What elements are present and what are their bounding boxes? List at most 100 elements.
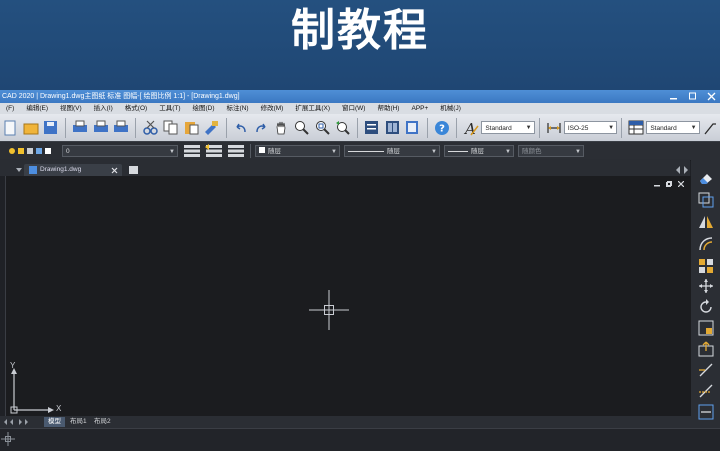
extend-button[interactable] <box>697 382 714 399</box>
trim-button[interactable] <box>697 361 714 378</box>
tab-drawing1[interactable]: Drawing1.dwg <box>24 164 122 176</box>
menu-help[interactable]: 帮助(H) <box>371 103 405 114</box>
menu-dimension[interactable]: 标注(N) <box>221 103 255 114</box>
new-button[interactable] <box>2 119 18 137</box>
redo-button[interactable] <box>253 119 269 137</box>
modify-toolbar <box>691 159 720 429</box>
copy-object-button[interactable] <box>697 191 714 208</box>
menu-file[interactable]: (F) <box>0 103 20 114</box>
zoom-window-button[interactable] <box>314 119 330 137</box>
table-style-button[interactable] <box>628 119 644 137</box>
chevron-down-icon: ▼ <box>575 149 581 155</box>
copy-button[interactable] <box>162 119 178 137</box>
tool-palette-button[interactable] <box>404 119 420 137</box>
menu-format[interactable]: 格式(O) <box>119 103 153 114</box>
open-button[interactable] <box>22 119 39 137</box>
break-button[interactable] <box>697 403 714 420</box>
menu-modify[interactable]: 修改(M) <box>255 103 290 114</box>
zoom-realtime-button[interactable] <box>294 119 310 137</box>
pan-button[interactable] <box>273 119 289 137</box>
menu-insert[interactable]: 插入(I) <box>88 103 119 114</box>
array-button[interactable] <box>697 257 714 274</box>
tab-menu-icon[interactable] <box>14 165 24 175</box>
tab-scroll-icon[interactable] <box>674 165 690 175</box>
menu-edit[interactable]: 编辑(E) <box>20 103 54 114</box>
match-properties-icon <box>205 121 219 135</box>
help-icon: ? <box>434 120 449 135</box>
zoom-previous-button[interactable] <box>334 119 350 137</box>
offset-icon <box>698 236 712 250</box>
toolbar-separator <box>65 117 67 138</box>
zoom-window-icon <box>315 121 330 135</box>
tab-layout2[interactable]: 布局2 <box>90 417 115 427</box>
save-button[interactable] <box>43 119 59 137</box>
tab-layout1[interactable]: 布局1 <box>66 417 91 427</box>
multileader-style-button[interactable] <box>702 119 718 137</box>
paste-icon <box>184 122 198 135</box>
close-tab-icon[interactable] <box>111 167 118 174</box>
tab-model[interactable]: 模型 <box>44 417 65 427</box>
minimize-icon[interactable] <box>669 90 678 103</box>
menu-extension-tools[interactable]: 扩展工具(X) <box>289 103 336 114</box>
mirror-button[interactable] <box>697 213 714 230</box>
offset-button[interactable] <box>697 235 714 252</box>
cut-button[interactable] <box>142 119 158 137</box>
menu-tools[interactable]: 工具(T) <box>153 103 186 114</box>
plot-button[interactable] <box>113 119 129 137</box>
lineweight-combo[interactable]: 随层 ▼ <box>444 145 514 157</box>
undo-icon <box>236 123 246 132</box>
menu-app[interactable]: APP+ <box>405 103 434 114</box>
lineweight-preview <box>448 150 468 152</box>
drawing-canvas[interactable]: X Y <box>5 176 692 416</box>
toolbar-separator <box>356 117 358 138</box>
color-combo[interactable]: 随层 ▼ <box>255 145 340 157</box>
layout-nav-icon[interactable] <box>3 417 43 427</box>
layer-state-icon[interactable] <box>8 145 60 157</box>
text-style-icon: A <box>463 120 479 136</box>
undo-button[interactable] <box>232 119 248 137</box>
print-button[interactable] <box>72 119 88 137</box>
multileader-style-icon <box>704 122 716 134</box>
linetype-combo[interactable]: 随层 ▼ <box>344 145 440 157</box>
match-properties-button[interactable] <box>203 119 219 137</box>
text-style-combo[interactable]: Standard ▼ <box>481 121 535 134</box>
erase-button[interactable] <box>697 169 714 186</box>
restore-icon[interactable] <box>666 181 672 187</box>
layer-manager-icon[interactable] <box>182 143 202 159</box>
layer-combo[interactable]: 0 ▼ <box>62 145 178 157</box>
menu-window[interactable]: 窗口(W) <box>336 103 371 114</box>
chevron-down-icon: ▼ <box>690 125 697 131</box>
print-preview-button[interactable] <box>92 119 108 137</box>
maximize-icon[interactable] <box>688 90 697 103</box>
close-icon[interactable] <box>707 90 716 103</box>
dim-style-combo[interactable]: ISO-25 ▼ <box>563 121 618 134</box>
rotate-button[interactable] <box>697 298 714 315</box>
toolbar-separator <box>250 144 251 158</box>
text-style-button[interactable]: A <box>463 119 479 137</box>
eraser-icon <box>699 173 712 184</box>
scale-button[interactable] <box>697 319 714 336</box>
menu-draw[interactable]: 绘图(D) <box>187 103 221 114</box>
help-button[interactable]: ? <box>434 119 450 137</box>
snap-cursor-icon[interactable] <box>1 432 15 446</box>
window-controls <box>669 90 716 103</box>
move-button[interactable] <box>697 277 714 294</box>
layer-isolate-icon[interactable] <box>226 143 246 159</box>
standard-toolbar: ? A Standard ▼ ISO-25 ▼ Standard ▼ <box>0 114 720 141</box>
menu-view[interactable]: 视图(V) <box>54 103 88 114</box>
plotstyle-combo[interactable]: 随颜色 ▼ <box>518 145 584 157</box>
zoom-realtime-icon <box>295 121 309 135</box>
stretch-button[interactable] <box>697 340 714 357</box>
minimize-icon[interactable] <box>654 181 660 187</box>
table-style-combo[interactable]: Standard ▼ <box>646 121 700 134</box>
design-center-button[interactable] <box>384 119 400 137</box>
paste-button[interactable] <box>183 119 199 137</box>
properties-button[interactable] <box>364 119 380 137</box>
chevron-down-icon: ▼ <box>525 125 532 131</box>
new-tab-icon[interactable] <box>128 165 140 175</box>
close-icon[interactable] <box>678 181 684 187</box>
menu-mechanical[interactable]: 机械(J) <box>434 103 467 114</box>
layer-previous-icon[interactable] <box>204 143 224 159</box>
dim-style-button[interactable] <box>545 119 561 137</box>
table-style-icon <box>628 120 644 135</box>
